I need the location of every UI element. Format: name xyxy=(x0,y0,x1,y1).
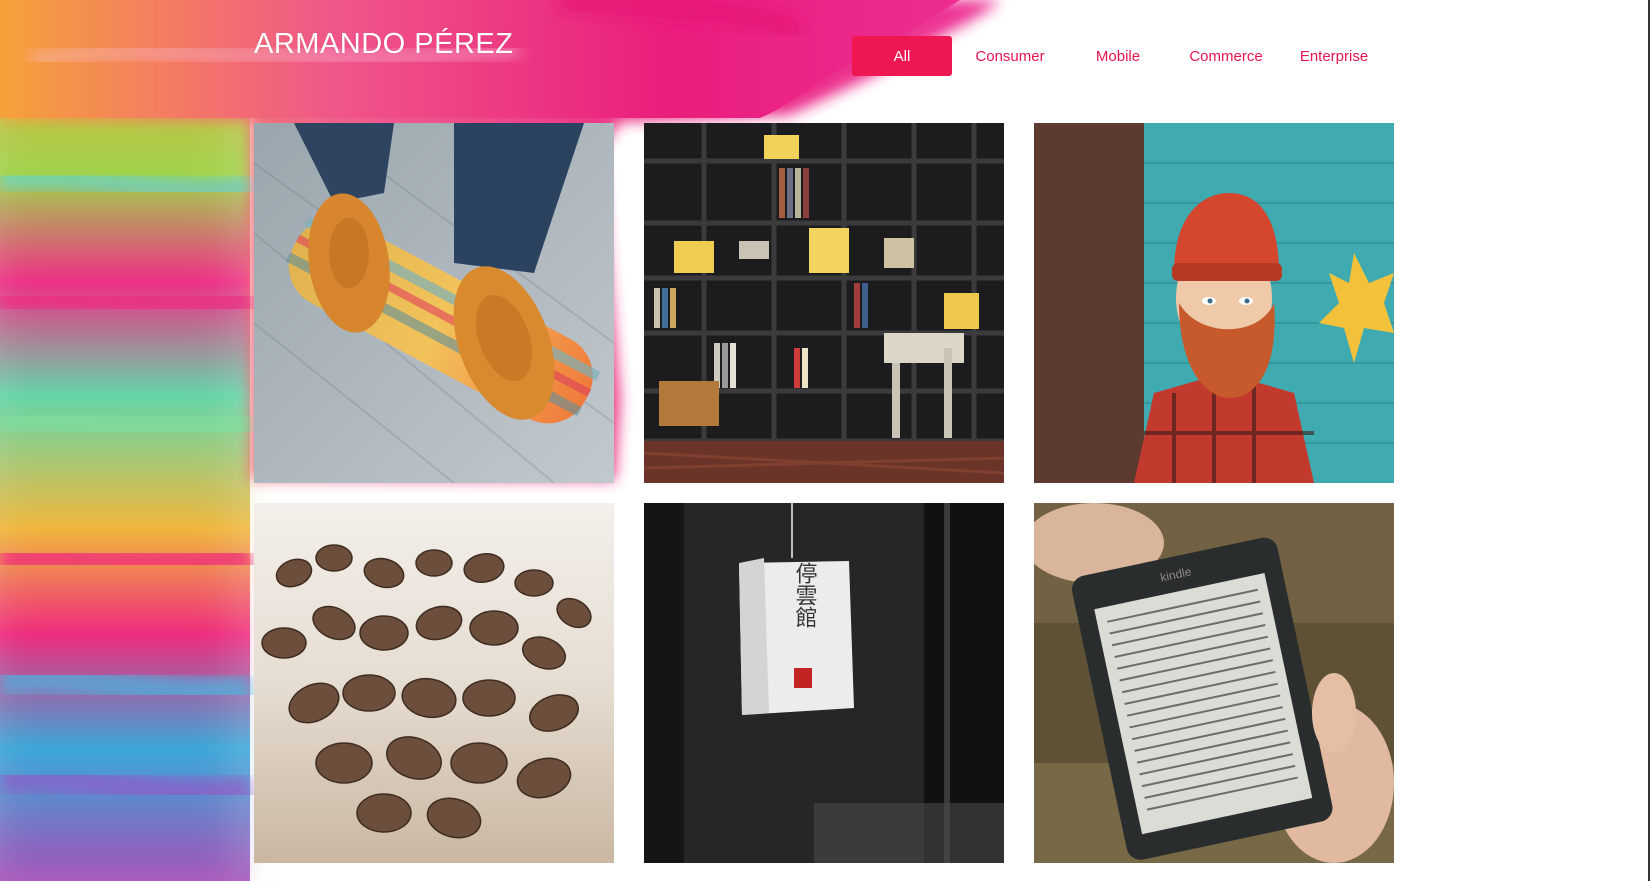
gallery-item-kindle[interactable]: kindle xyxy=(1034,503,1394,863)
filter-consumer-button[interactable]: Consumer xyxy=(960,36,1060,76)
portfolio-gallery: 停雲館 kindle xyxy=(254,123,1394,863)
filter-commerce-button[interactable]: Commerce xyxy=(1176,36,1276,76)
gallery-item-mural[interactable] xyxy=(1034,123,1394,483)
category-filter-nav: All Consumer Mobile Commerce Enterprise xyxy=(852,36,1384,76)
mural-image xyxy=(1034,123,1394,483)
gallery-item-coffee-beans[interactable] xyxy=(254,503,614,863)
filter-mobile-button[interactable]: Mobile xyxy=(1068,36,1168,76)
lantern-kanji: 停雲館 xyxy=(792,562,818,628)
lantern-image: 停雲館 xyxy=(644,503,1004,863)
skateboard-shoes-image xyxy=(254,123,614,483)
portfolio-page: ARMANDO PÉREZ All Consumer Mobile Commer… xyxy=(0,0,1650,881)
site-title: ARMANDO PÉREZ xyxy=(254,28,514,60)
filter-enterprise-button[interactable]: Enterprise xyxy=(1284,36,1384,76)
coffee-beans-image xyxy=(254,503,614,863)
kindle-image: kindle xyxy=(1034,503,1394,863)
filter-all-button[interactable]: All xyxy=(852,36,952,76)
gallery-item-lantern[interactable]: 停雲館 xyxy=(644,503,1004,863)
gallery-item-skateboard-shoes[interactable] xyxy=(254,123,614,483)
gallery-item-bookshelf[interactable] xyxy=(644,123,1004,483)
bookshelf-image xyxy=(644,123,1004,483)
